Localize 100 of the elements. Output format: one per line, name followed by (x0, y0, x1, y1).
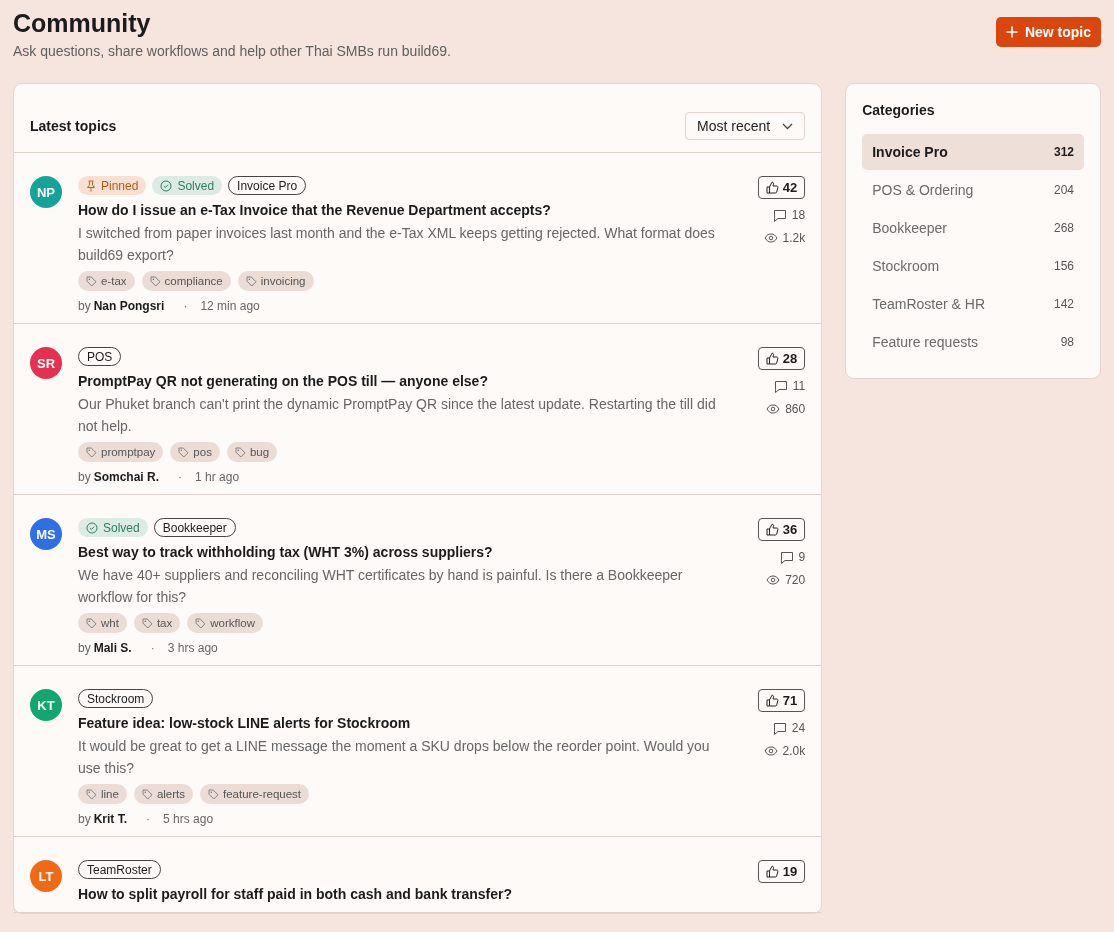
tag-icon (86, 275, 97, 287)
tag-icon (141, 788, 153, 800)
eye-icon (763, 233, 778, 243)
avatar: SR (30, 347, 62, 379)
sort-dropdown[interactable]: Most recent (685, 112, 806, 140)
post-time: 12 min ago (200, 299, 260, 313)
category-item[interactable]: Feature requests 98 (862, 324, 1084, 360)
author-name[interactable]: Krit T. (93, 812, 128, 826)
tag-chip[interactable]: line (78, 784, 127, 804)
separator-dot: · (178, 470, 183, 484)
tag-chip[interactable]: feature-request (200, 784, 310, 804)
post-time: 5 hrs ago (163, 812, 214, 826)
comment-icon (773, 379, 788, 393)
separator-dot: · (183, 299, 188, 313)
byline-label: by (78, 812, 91, 826)
byline-label: by (78, 470, 91, 484)
upvote-button[interactable]: 19 (757, 860, 806, 883)
pinned-badge: Pinned (78, 176, 147, 195)
plus-icon (1005, 26, 1018, 38)
tag-chip[interactable]: tax (133, 613, 181, 633)
tag-chip[interactable]: alerts (133, 784, 194, 804)
tag-chip[interactable]: wht (78, 613, 127, 633)
comment-icon (779, 550, 794, 564)
panel-title: Latest topics (30, 118, 117, 134)
upvote-button[interactable]: 42 (757, 176, 806, 199)
topic-excerpt: Our Phuket branch can't print the dynamic PromptPay QR since the latest update. Restarting the till did not help. (78, 395, 717, 436)
upvote-button[interactable]: 28 (757, 347, 806, 370)
upvote-button[interactable]: 36 (757, 518, 806, 541)
avatar: LT (30, 860, 62, 892)
tag-chip[interactable]: compliance (141, 271, 231, 291)
tag-chip[interactable]: invoicing (237, 271, 314, 291)
reply-count: 24 (772, 721, 806, 735)
avatar: KT (30, 689, 62, 721)
avatar: NP (30, 176, 62, 208)
tag-chip[interactable]: pos (170, 442, 220, 462)
eye-icon (766, 575, 781, 585)
avatar: MS (30, 518, 62, 550)
page-title: Community (13, 8, 152, 38)
reply-count: 9 (779, 550, 806, 564)
author-name[interactable]: Nan Pongsri (93, 299, 165, 313)
tag-chip[interactable]: promptpay (78, 442, 164, 462)
byline-label: by (78, 641, 91, 655)
view-count: 860 (766, 402, 806, 416)
category-item[interactable]: TeamRoster & HR 142 (862, 286, 1084, 322)
thumbs-up-icon (765, 865, 779, 878)
category-item[interactable]: POS & Ordering 204 (862, 172, 1084, 208)
solved-badge: Solved (78, 518, 148, 537)
check-circle-icon (160, 179, 173, 192)
post-time: 3 hrs ago (167, 641, 218, 655)
chevron-down-icon (782, 122, 794, 130)
topic-title[interactable]: Best way to track withholding tax (WHT 3%) across suppliers? (78, 544, 730, 560)
view-count: 720 (766, 573, 806, 587)
post-time: 1 hr ago (195, 470, 240, 484)
view-count: 2.0k (763, 744, 806, 758)
comment-icon (772, 208, 787, 222)
author-name[interactable]: Somchai R. (93, 470, 160, 484)
topic-title[interactable]: PromptPay QR not generating on the POS till — anyone else? (78, 373, 730, 389)
comment-icon (772, 721, 787, 735)
tag-icon (141, 617, 153, 629)
topic-excerpt: It would be great to get a LINE message the moment a SKU drops below the reorder point. Would you use this? (78, 737, 711, 778)
view-count: 1.2k (763, 231, 806, 245)
thumbs-up-icon (765, 181, 779, 194)
topic-title[interactable]: How do I issue an e-Tax Invoice that the Revenue Department accepts? (78, 202, 730, 218)
category-item[interactable]: Bookkeeper 268 (862, 210, 1084, 246)
tag-chip[interactable]: workflow (187, 613, 263, 633)
tag-icon (149, 275, 161, 287)
eye-icon (766, 404, 781, 414)
pin-icon (86, 179, 96, 192)
thumbs-up-icon (765, 352, 779, 365)
tag-icon (245, 275, 257, 287)
tag-chip[interactable]: e-tax (78, 271, 135, 291)
tag-icon (86, 446, 97, 458)
byline-label: by (78, 299, 91, 313)
thumbs-up-icon (765, 523, 779, 536)
eye-icon (763, 746, 778, 756)
upvote-button[interactable]: 71 (757, 689, 806, 712)
reply-count: 18 (772, 208, 806, 222)
topic-title[interactable]: Feature idea: low-stock LINE alerts for Stockroom (78, 715, 730, 731)
tag-icon (86, 617, 97, 629)
tag-icon (178, 446, 190, 458)
check-circle-icon (86, 521, 98, 534)
tag-chip[interactable]: bug (226, 442, 278, 462)
reply-count: 11 (773, 379, 806, 393)
category-item[interactable]: Invoice Pro 312 (862, 134, 1084, 170)
new-topic-button[interactable]: New topic (995, 17, 1101, 47)
topic-excerpt: I switched from paper invoices last month and the e-Tax XML keeps getting rejected. What format does build69 export? (78, 224, 716, 265)
author-name[interactable]: Mali S. (93, 641, 132, 655)
category-item[interactable]: Stockroom 156 (862, 248, 1084, 284)
thumbs-up-icon (765, 694, 779, 707)
tag-icon (234, 446, 246, 458)
separator-dot: · (150, 641, 155, 655)
tag-icon (195, 617, 207, 629)
topic-excerpt: We have 40+ suppliers and reconciling WHT certificates by hand is painful. Is there a Bookkeeper workflow for this? (78, 566, 684, 607)
topic-title[interactable]: How to split payroll for staff paid in both cash and bank transfer? (78, 886, 730, 902)
tag-icon (86, 788, 97, 800)
solved-badge: Solved (152, 176, 223, 195)
separator-dot: · (146, 812, 151, 826)
tag-icon (208, 788, 220, 800)
categories-title: Categories (862, 102, 936, 118)
page-subtitle: Ask questions, share workflows and help other Thai SMBs run build69. (13, 43, 451, 59)
